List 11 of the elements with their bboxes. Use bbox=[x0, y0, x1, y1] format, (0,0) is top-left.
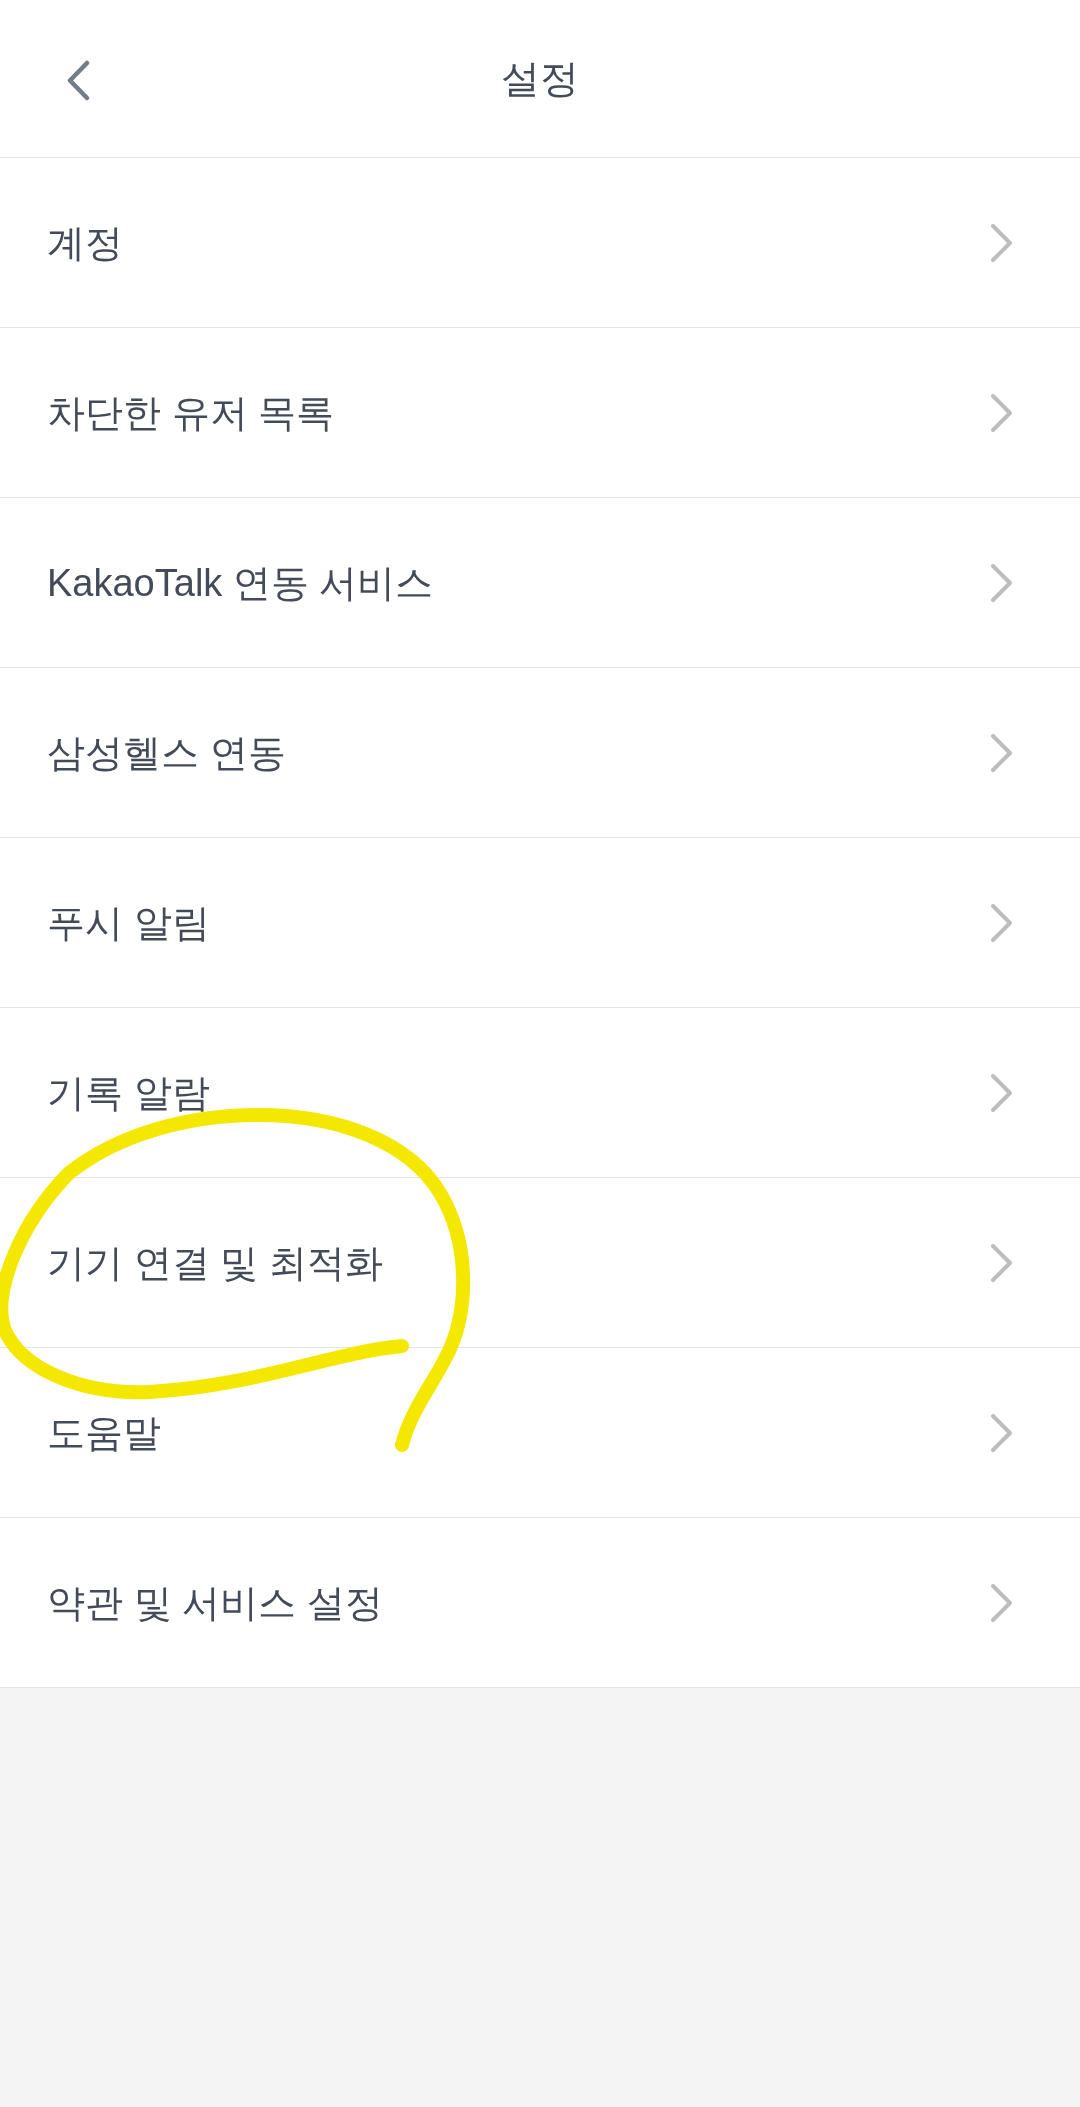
chevron-right-icon bbox=[990, 732, 1014, 773]
chevron-right-icon bbox=[990, 1072, 1014, 1113]
chevron-right-icon bbox=[990, 902, 1014, 943]
chevron-right-icon bbox=[990, 392, 1014, 433]
chevron-right-icon bbox=[990, 222, 1014, 263]
chevron-right-icon bbox=[990, 1412, 1014, 1453]
chevron-right-icon bbox=[990, 1582, 1014, 1623]
chevron-right-icon bbox=[990, 1242, 1014, 1283]
back-icon bbox=[65, 59, 91, 101]
chevron-right-icon bbox=[990, 562, 1014, 603]
page-title: 설정 bbox=[501, 59, 579, 98]
